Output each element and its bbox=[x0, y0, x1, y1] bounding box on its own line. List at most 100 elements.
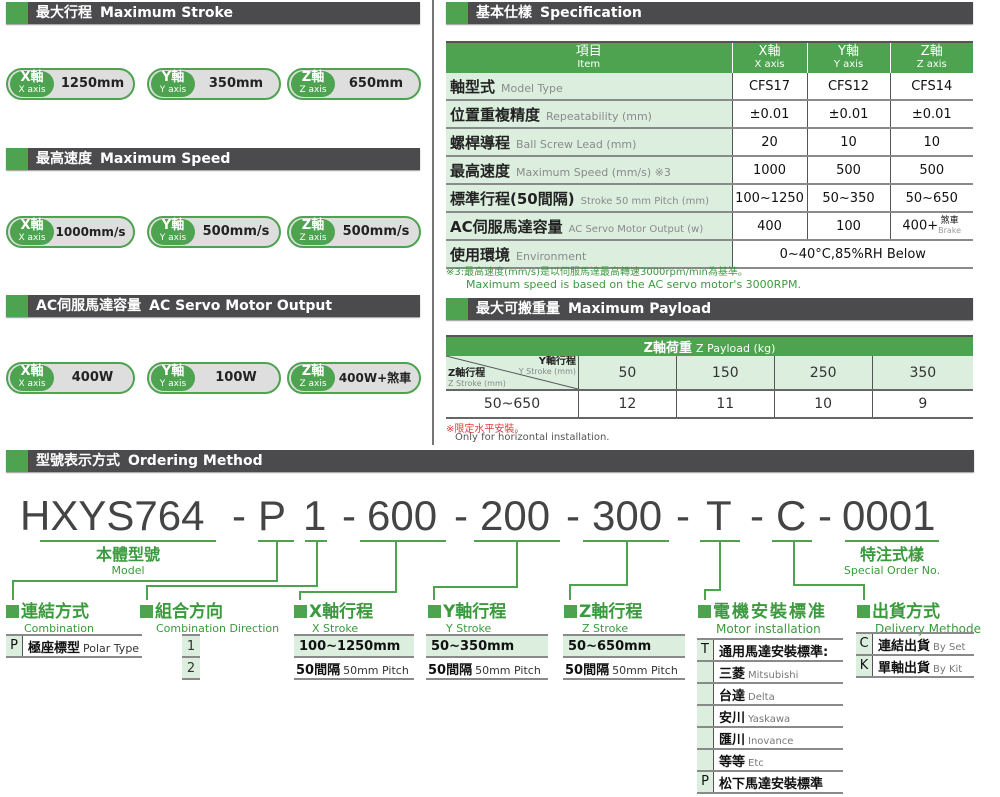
code-direction: 1 bbox=[303, 492, 326, 540]
underline-delivery bbox=[772, 540, 812, 542]
section-title-zh: AC伺服馬達容量 bbox=[36, 298, 141, 314]
connector-line bbox=[395, 541, 397, 593]
option-row: P極座標型Polar Type bbox=[6, 636, 142, 658]
spec-header-x: X軸X axis bbox=[732, 42, 807, 73]
payload-value: 12 bbox=[579, 390, 677, 418]
model-label: 本體型號 Model bbox=[40, 546, 216, 577]
section-header-max-stroke: 最大行程 Maximum Stroke bbox=[6, 2, 420, 24]
output-pill-z: Z軸Z axis 400W+煞車 bbox=[287, 362, 421, 394]
code-dash: - bbox=[750, 492, 764, 540]
code-x-stroke: 600 bbox=[367, 492, 437, 540]
group-combination: 連結方式 Combination bbox=[6, 597, 94, 636]
code-z-stroke: 300 bbox=[592, 492, 662, 540]
payload-y-stroke: 50 bbox=[579, 356, 677, 390]
code-special: 0001 bbox=[842, 492, 935, 540]
combination-options: P極座標型Polar Type bbox=[6, 634, 142, 658]
brake-label: 煞車Brake bbox=[938, 217, 961, 235]
output-value-x: 400W bbox=[58, 364, 127, 392]
section-accent bbox=[446, 2, 468, 24]
z-axis-badge: Z軸Z axis bbox=[291, 365, 335, 391]
payload-header-row: Y軸行程Y Stroke (mm) Z軸行程Z Stroke (mm) 50 1… bbox=[446, 356, 973, 390]
code-dash: - bbox=[454, 492, 468, 540]
section-accent bbox=[6, 2, 28, 24]
connector-line bbox=[719, 541, 721, 591]
column-divider bbox=[432, 0, 434, 445]
section-accent bbox=[6, 295, 28, 317]
option-row: K單軸出貨By Kit bbox=[856, 656, 974, 678]
connector-line bbox=[299, 591, 397, 593]
option-row: T通用馬達安裝標準: bbox=[697, 640, 843, 662]
connector-line bbox=[146, 585, 318, 587]
code-delivery: C bbox=[776, 492, 806, 540]
spec-row-repeatability: 位置重複精度Repeatability (mm) ±0.01 ±0.01 ±0.… bbox=[446, 100, 973, 128]
option-row: 三菱Mitsubishi bbox=[697, 662, 843, 684]
y-axis-badge: Y軸Y axis bbox=[151, 219, 195, 245]
code-dash: - bbox=[818, 492, 832, 540]
option-row: 2 bbox=[182, 658, 200, 680]
code-dash: - bbox=[566, 492, 580, 540]
connector-line bbox=[704, 589, 721, 591]
connector-line bbox=[569, 584, 628, 586]
section-header-motor-output: AC伺服馬達容量AC Servo Motor Output bbox=[6, 295, 420, 317]
payload-z-stroke: 50~650 bbox=[446, 390, 579, 418]
section-header-max-payload: 最大可搬重量 Maximum Payload bbox=[446, 298, 973, 320]
code-motor: T bbox=[706, 492, 732, 540]
section-title-en: Maximum Payload bbox=[568, 301, 711, 317]
square-bullet-icon bbox=[428, 605, 441, 618]
y-axis-badge: Y軸Y axis bbox=[151, 71, 195, 97]
square-bullet-icon bbox=[6, 605, 19, 618]
z-stroke-options: 50~650mm 50間隔50mm Pitch bbox=[563, 634, 685, 680]
speed-value-y: 500mm/s bbox=[199, 218, 273, 246]
section-title-zh: 最高速度 bbox=[36, 151, 92, 167]
payload-y-stroke: 350 bbox=[872, 356, 973, 390]
connector-line bbox=[626, 541, 628, 586]
y-axis-badge: Y軸Y axis bbox=[151, 365, 195, 391]
group-x-stroke: X軸行程 X Stroke bbox=[294, 597, 373, 636]
payload-corner-cell: Y軸行程Y Stroke (mm) Z軸行程Z Stroke (mm) bbox=[446, 356, 579, 390]
square-bullet-icon bbox=[698, 605, 711, 618]
code-combination: P bbox=[258, 492, 286, 540]
payload-data-row: 50~650 12 11 10 9 bbox=[446, 390, 973, 418]
speed-value-z: 500mm/s bbox=[339, 218, 413, 246]
x-axis-badge: X軸X axis bbox=[10, 365, 54, 391]
output-value-y: 100W bbox=[199, 364, 273, 392]
z-axis-badge: Z軸Z axis bbox=[291, 71, 335, 97]
speed-note-en: Maximum speed is based on the AC servo m… bbox=[466, 278, 801, 291]
spec-row-model-type: 軸型式Model Type CFS17 CFS12 CFS14 bbox=[446, 73, 973, 100]
payload-table: Z軸荷重Z Payload (kg) Y軸行程Y Stroke (mm) Z軸行… bbox=[446, 335, 973, 419]
option-row: 等等Etc bbox=[697, 750, 843, 772]
code-dash: - bbox=[676, 492, 690, 540]
payload-value: 9 bbox=[872, 390, 973, 418]
square-bullet-icon bbox=[140, 605, 153, 618]
connector-line bbox=[12, 580, 278, 582]
payload-note-en: Only for horizontal installation. bbox=[455, 432, 609, 443]
section-title-en: Maximum Stroke bbox=[100, 5, 233, 21]
spec-row-motor-output: AC伺服馬達容量AC Servo Motor Output (w) 400 10… bbox=[446, 212, 973, 240]
section-title-zh: 型號表示方式 bbox=[36, 453, 120, 469]
code-model: HXYS764 bbox=[20, 492, 204, 540]
square-bullet-icon bbox=[294, 605, 307, 618]
connector-line bbox=[793, 584, 865, 586]
x-stroke-options: 100~1250mm 50間隔50mm Pitch bbox=[294, 634, 414, 680]
spec-row-max-speed: 最高速度Maximum Speed (mm/s) ※3 1000 500 500 bbox=[446, 156, 973, 184]
section-title-zh: 最大可搬重量 bbox=[476, 301, 560, 317]
special-order-label: 特注式樣 Special Order No. bbox=[830, 546, 954, 577]
spec-row-stroke: 標準行程(50間隔)Stroke 50 mm Pitch (mm) 100~12… bbox=[446, 184, 973, 212]
underline-model bbox=[40, 540, 216, 542]
section-title-zh: 最大行程 bbox=[36, 5, 92, 21]
payload-value: 11 bbox=[676, 390, 774, 418]
stroke-pill-z: Z軸Z axis 650mm bbox=[287, 68, 421, 100]
payload-value: 10 bbox=[774, 390, 872, 418]
section-accent bbox=[446, 298, 468, 320]
code-dash: - bbox=[232, 492, 246, 540]
speed-pill-z: Z軸Z axis 500mm/s bbox=[287, 216, 421, 248]
connector-line bbox=[793, 541, 795, 586]
option-row: C連結出貨By Set bbox=[856, 634, 974, 656]
group-motor-installation: 電機安裝標准 Motor installation bbox=[698, 597, 827, 636]
section-title-en: Specification bbox=[540, 5, 642, 21]
spec-header-y: Y軸Y axis bbox=[807, 42, 890, 73]
motor-options: T通用馬達安裝標準: 三菱Mitsubishi 台達Delta 安川Yaskaw… bbox=[697, 638, 843, 794]
section-header-max-speed: 最高速度Maximum Speed bbox=[6, 148, 420, 170]
group-y-stroke: Y軸行程 Y Stroke bbox=[428, 597, 506, 636]
section-accent bbox=[6, 450, 28, 472]
